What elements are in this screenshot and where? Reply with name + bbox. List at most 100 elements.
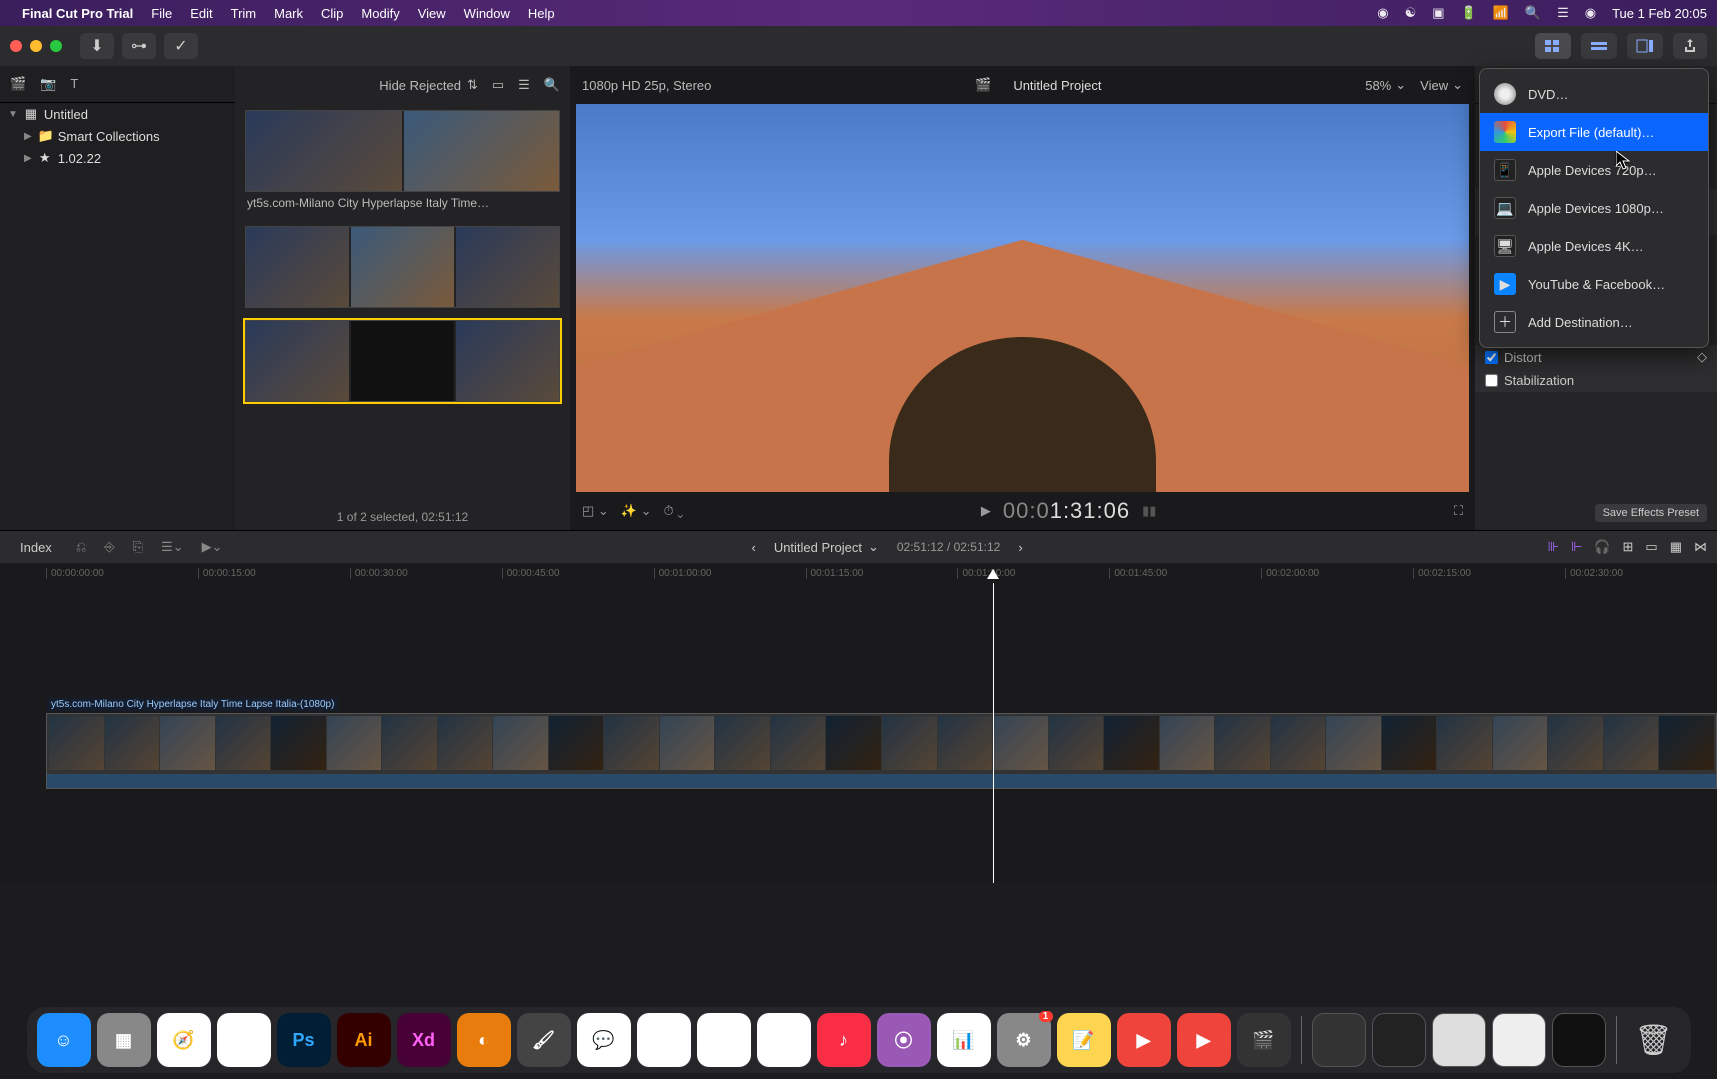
menu-modify[interactable]: Modify [361, 6, 399, 21]
fullscreen-icon[interactable]: ⛶ [1454, 503, 1463, 519]
menu-trim[interactable]: Trim [231, 6, 257, 21]
photos-tab-icon[interactable]: 📷 [40, 76, 56, 92]
status-wifi-icon[interactable]: 📶 [1493, 5, 1509, 21]
transform-tool-dropdown[interactable]: ◰ ⌄ [582, 503, 609, 519]
dock-recent-window1[interactable] [1312, 1013, 1366, 1067]
layout-browser-button[interactable] [1535, 33, 1571, 59]
sidebar-item-event[interactable]: ▶ ★ 1.02.22 [0, 147, 235, 169]
disclosure-triangle-icon[interactable]: ▶ [24, 153, 32, 164]
menu-edit[interactable]: Edit [190, 6, 212, 21]
status-battery-icon[interactable]: 🔋 [1461, 5, 1477, 21]
keyword-button[interactable]: ⊶ [122, 33, 156, 59]
menubar-datetime[interactable]: Tue 1 Feb 20:05 [1612, 6, 1707, 21]
titles-tab-icon[interactable]: T [70, 76, 78, 92]
menu-window[interactable]: Window [464, 6, 510, 21]
app-menu[interactable]: Final Cut Pro Trial [22, 6, 133, 21]
dock-recent-window3[interactable] [1432, 1013, 1486, 1067]
sidebar-item-library[interactable]: ▼ ▦ Untitled [0, 103, 235, 125]
menu-clip[interactable]: Clip [321, 6, 343, 21]
share-item-apple-720p[interactable]: 📱 Apple Devices 720p… [1480, 151, 1708, 189]
dock-item-blender[interactable]: ◐ [457, 1013, 511, 1067]
import-button[interactable]: ⬇ [80, 33, 114, 59]
timeline-audio-waveform[interactable] [47, 774, 1716, 788]
playhead[interactable] [993, 583, 994, 883]
minimize-button[interactable] [30, 40, 42, 52]
arrow-tool-dropdown[interactable]: ▶⌄ [198, 539, 227, 555]
zoom-dropdown[interactable]: 58% ⌄ [1365, 77, 1406, 93]
enhance-tool-dropdown[interactable]: ✨ ⌄ [621, 503, 652, 519]
menu-mark[interactable]: Mark [274, 6, 303, 21]
view-dropdown[interactable]: View ⌄ [1420, 77, 1463, 93]
effects-browser-icon[interactable]: ▦ [1670, 539, 1682, 555]
browser-clip[interactable] [245, 226, 560, 308]
share-item-youtube-facebook[interactable]: ▶ YouTube & Facebook… [1480, 265, 1708, 303]
stabilization-checkbox[interactable] [1485, 374, 1498, 387]
dock-item-chrome[interactable]: ◎ [217, 1013, 271, 1067]
status-cc-icon[interactable]: ☯ [1405, 5, 1417, 21]
dock-item-music[interactable]: ♪ [817, 1013, 871, 1067]
layout-timeline-button[interactable] [1581, 33, 1617, 59]
disclosure-triangle-icon[interactable]: ▶ [24, 131, 32, 142]
section-stabilization[interactable]: Stabilization [1475, 369, 1717, 392]
dock-item-krita[interactable]: 🖌 [517, 1013, 571, 1067]
layout-inspector-button[interactable] [1627, 33, 1663, 59]
dock-item-photoshop[interactable]: Ps [277, 1013, 331, 1067]
disclosure-triangle-icon[interactable]: ▼ [8, 109, 18, 120]
background-tasks-button[interactable]: ✓ [164, 33, 198, 59]
dock-item-finder[interactable]: ☺ [37, 1013, 91, 1067]
timeline-clip[interactable]: yt5s.com-Milano City Hyperlapse Italy Ti… [46, 713, 1717, 789]
overwrite-clip-icon[interactable]: ☰⌄ [157, 539, 188, 555]
play-button[interactable]: ▶ [981, 503, 991, 519]
dock-item-mail[interactable]: ✉ [637, 1013, 691, 1067]
status-control-center-icon[interactable]: ☰ [1557, 5, 1569, 21]
timeline-history-back[interactable]: ‹ [751, 540, 755, 555]
viewer-canvas[interactable] [576, 104, 1469, 492]
timeline-project-dropdown[interactable]: Untitled Project ⌄ [774, 539, 879, 555]
dock-recent-window5[interactable] [1552, 1013, 1606, 1067]
menu-help[interactable]: Help [528, 6, 555, 21]
dock-item-anydesk1[interactable]: ▶ [1117, 1013, 1171, 1067]
snapping-icon[interactable]: ⊞ [1623, 539, 1634, 555]
dock-item-safari[interactable]: 🧭 [157, 1013, 211, 1067]
append-clip-icon[interactable]: ⎘ [129, 539, 147, 555]
dock-item-photos[interactable]: ✿ [757, 1013, 811, 1067]
dock-trash[interactable]: 🗑 [1627, 1013, 1681, 1067]
close-button[interactable] [10, 40, 22, 52]
dock-item-xd[interactable]: Xd [397, 1013, 451, 1067]
list-view-icon[interactable]: ☰ [518, 77, 530, 93]
share-item-dvd[interactable]: DVD… [1480, 75, 1708, 113]
share-item-export-file[interactable]: Export File (default)… [1480, 113, 1708, 151]
timeline-history-forward[interactable]: › [1018, 540, 1022, 555]
viewer-timecode[interactable]: 00:01:31:06 [1003, 498, 1130, 524]
status-siri-icon[interactable]: ◉ [1585, 5, 1596, 21]
timeline-body[interactable]: yt5s.com-Milano City Hyperlapse Italy Ti… [0, 583, 1717, 883]
browser-clip-selected[interactable] [245, 320, 560, 402]
search-icon[interactable]: 🔍 [544, 77, 560, 93]
menu-file[interactable]: File [151, 6, 172, 21]
share-item-apple-1080p[interactable]: 💻 Apple Devices 1080p… [1480, 189, 1708, 227]
status-obs-icon[interactable]: ▣ [1432, 5, 1444, 21]
connect-clip-icon[interactable]: ⎌ [72, 539, 90, 555]
dock-item-illustrator[interactable]: Ai [337, 1013, 391, 1067]
dock-item-podcasts[interactable]: ⦿ [877, 1013, 931, 1067]
library-tab-icon[interactable]: 🎬 [10, 76, 26, 92]
share-item-add-destination[interactable]: ＋ Add Destination… [1480, 303, 1708, 341]
insert-clip-icon[interactable]: ⎆ [100, 539, 118, 555]
timeline-ruler[interactable]: 00:00:00:00 00:00:15:00 00:00:30:00 00:0… [0, 563, 1717, 583]
section-distort[interactable]: Distort ◇ [1475, 345, 1717, 369]
browser-clip[interactable]: yt5s.com-Milano City Hyperlapse Italy Ti… [245, 110, 560, 214]
dock-recent-window2[interactable] [1372, 1013, 1426, 1067]
dock-item-finalcut[interactable]: 🎬 [1237, 1013, 1291, 1067]
keyframe-icon[interactable]: ◇ [1697, 349, 1707, 365]
sidebar-item-smart-collections[interactable]: ▶ 📁 Smart Collections [0, 125, 235, 147]
audio-meter-icon[interactable]: ▮▮ [1142, 503, 1156, 519]
dock-item-launchpad[interactable]: ▦ [97, 1013, 151, 1067]
dock-item-settings[interactable]: ⚙1 [997, 1013, 1051, 1067]
audio-skimming-icon[interactable]: ⊩ [1571, 539, 1582, 555]
dock-item-notes[interactable]: 📝 [1057, 1013, 1111, 1067]
share-button[interactable] [1673, 33, 1707, 59]
dock-recent-window4[interactable] [1492, 1013, 1546, 1067]
status-search-icon[interactable]: 🔍 [1525, 5, 1541, 21]
dock-item-anydesk2[interactable]: ▶ [1177, 1013, 1231, 1067]
status-record-icon[interactable]: ◉ [1377, 5, 1388, 21]
